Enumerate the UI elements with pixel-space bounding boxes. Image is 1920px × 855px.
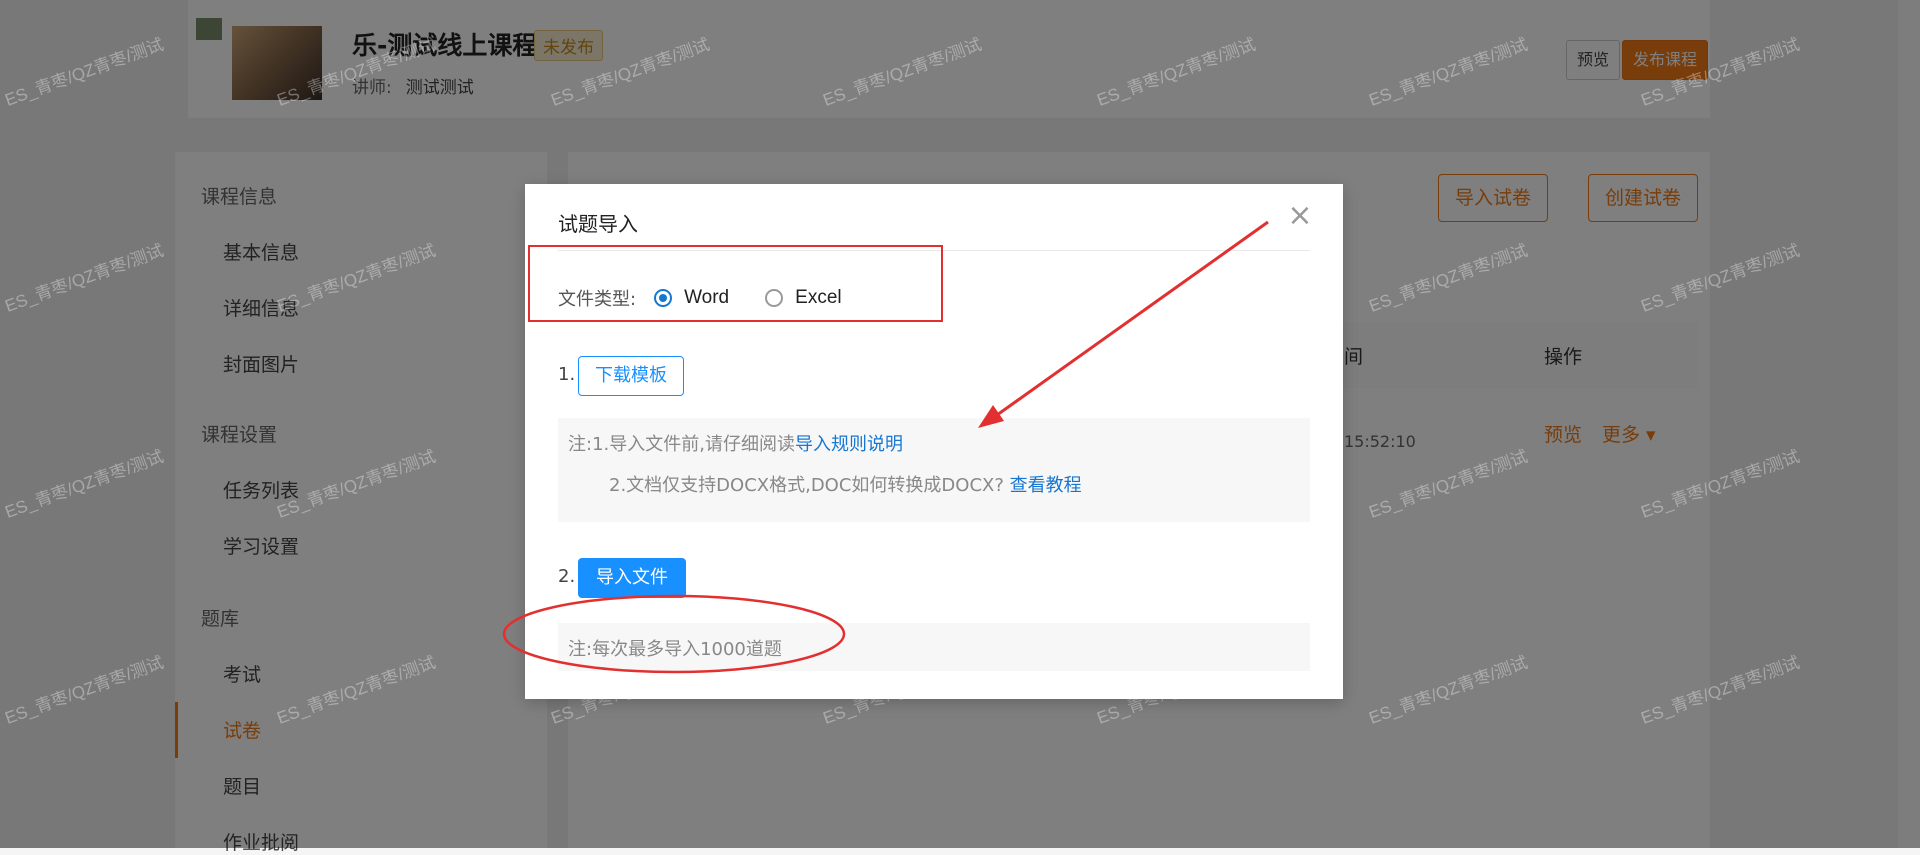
view-tutorial-link[interactable]: 查看教程: [1010, 475, 1082, 496]
modal-title: 试题导入: [558, 212, 638, 236]
radio-word-label: Word: [684, 287, 730, 308]
radio-checked-icon[interactable]: [654, 289, 673, 307]
note-line-1: 注:1.导入文件前,请仔细阅读导入规则说明: [568, 430, 903, 456]
radio-word[interactable]: Word: [654, 287, 729, 309]
radio-excel-label: Excel: [795, 287, 842, 308]
step-2-number: 2.: [558, 566, 576, 587]
import-file-button[interactable]: 导入文件: [578, 558, 686, 598]
radio-excel[interactable]: Excel: [765, 287, 842, 309]
modal-divider: [558, 250, 1310, 251]
step-1-number: 1.: [558, 364, 576, 385]
limit-note-box: 注:每次最多导入1000道题: [558, 623, 1310, 671]
note-line-2: 2.文档仅支持DOCX格式,DOC如何转换成DOCX? 查看教程: [609, 471, 1082, 497]
limit-note: 注:每次最多导入1000道题: [568, 639, 782, 660]
close-icon[interactable]: ×: [1285, 201, 1315, 232]
file-type-row: 文件类型: Word Excel: [558, 284, 878, 312]
radio-unchecked-icon[interactable]: [765, 289, 784, 307]
file-type-label: 文件类型:: [558, 289, 637, 310]
download-template-button[interactable]: 下载模板: [578, 356, 684, 396]
import-notes: 注:1.导入文件前,请仔细阅读导入规则说明 2.文档仅支持DOCX格式,DOC如…: [558, 418, 1310, 522]
import-rules-link[interactable]: 导入规则说明: [795, 434, 903, 455]
note-1-text: 注:1.导入文件前,请仔细阅读: [568, 434, 795, 455]
note-2-text: 2.文档仅支持DOCX格式,DOC如何转换成DOCX?: [609, 475, 1004, 496]
import-questions-modal: 试题导入 × 文件类型: Word Excel 1. 下载模板 注:1.导入文件…: [525, 184, 1343, 699]
